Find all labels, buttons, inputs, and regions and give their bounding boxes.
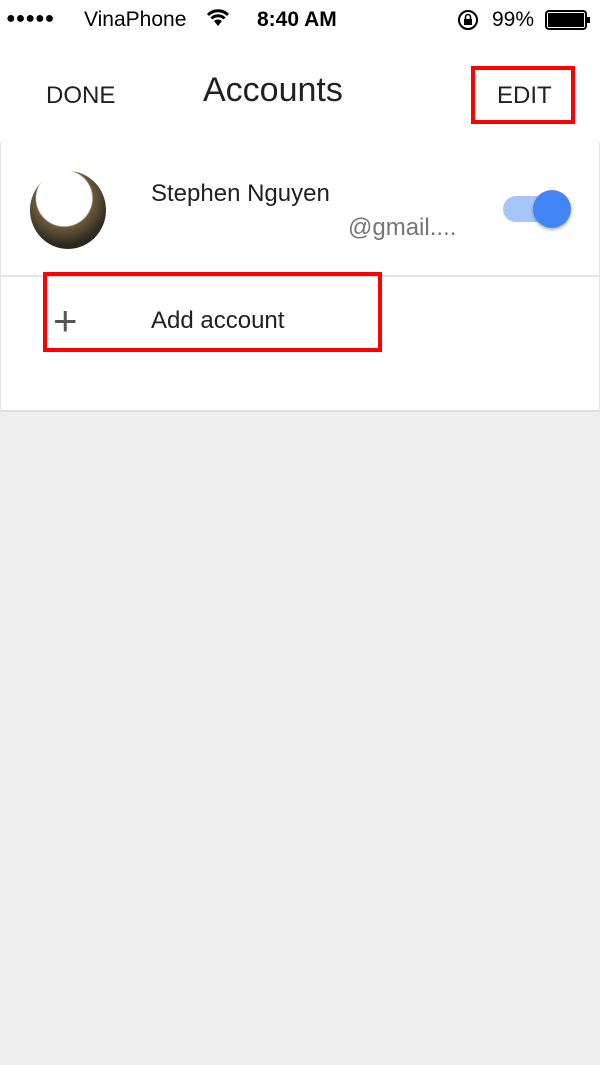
add-account-row[interactable]: + Add account xyxy=(1,272,599,410)
edit-highlight-box xyxy=(471,66,575,124)
account-name: Stephen Nguyen xyxy=(151,180,330,207)
add-account-highlight-box xyxy=(43,272,382,352)
account-row[interactable]: Stephen Nguyen @gmail.... xyxy=(1,142,599,277)
clock: 8:40 AM xyxy=(257,8,337,31)
accounts-card: Stephen Nguyen @gmail.... + Add account xyxy=(0,142,600,412)
carrier: VinaPhone xyxy=(84,8,187,31)
nav-bar: DONE Accounts EDIT xyxy=(0,40,600,142)
done-button[interactable]: DONE xyxy=(46,82,115,110)
signal-icon: ●●●●● xyxy=(6,10,55,27)
wifi-icon xyxy=(205,6,231,34)
avatar xyxy=(30,171,106,249)
status-bar: ●●●●● VinaPhone 8:40 AM 99% xyxy=(0,0,600,40)
rotation-lock-icon xyxy=(457,9,479,37)
battery-icon xyxy=(545,10,591,36)
battery-percent: 99% xyxy=(492,8,535,31)
account-email: @gmail.... xyxy=(348,214,457,241)
page-title: Accounts xyxy=(203,71,343,109)
toggle-knob xyxy=(533,190,571,228)
account-toggle[interactable] xyxy=(503,190,571,228)
